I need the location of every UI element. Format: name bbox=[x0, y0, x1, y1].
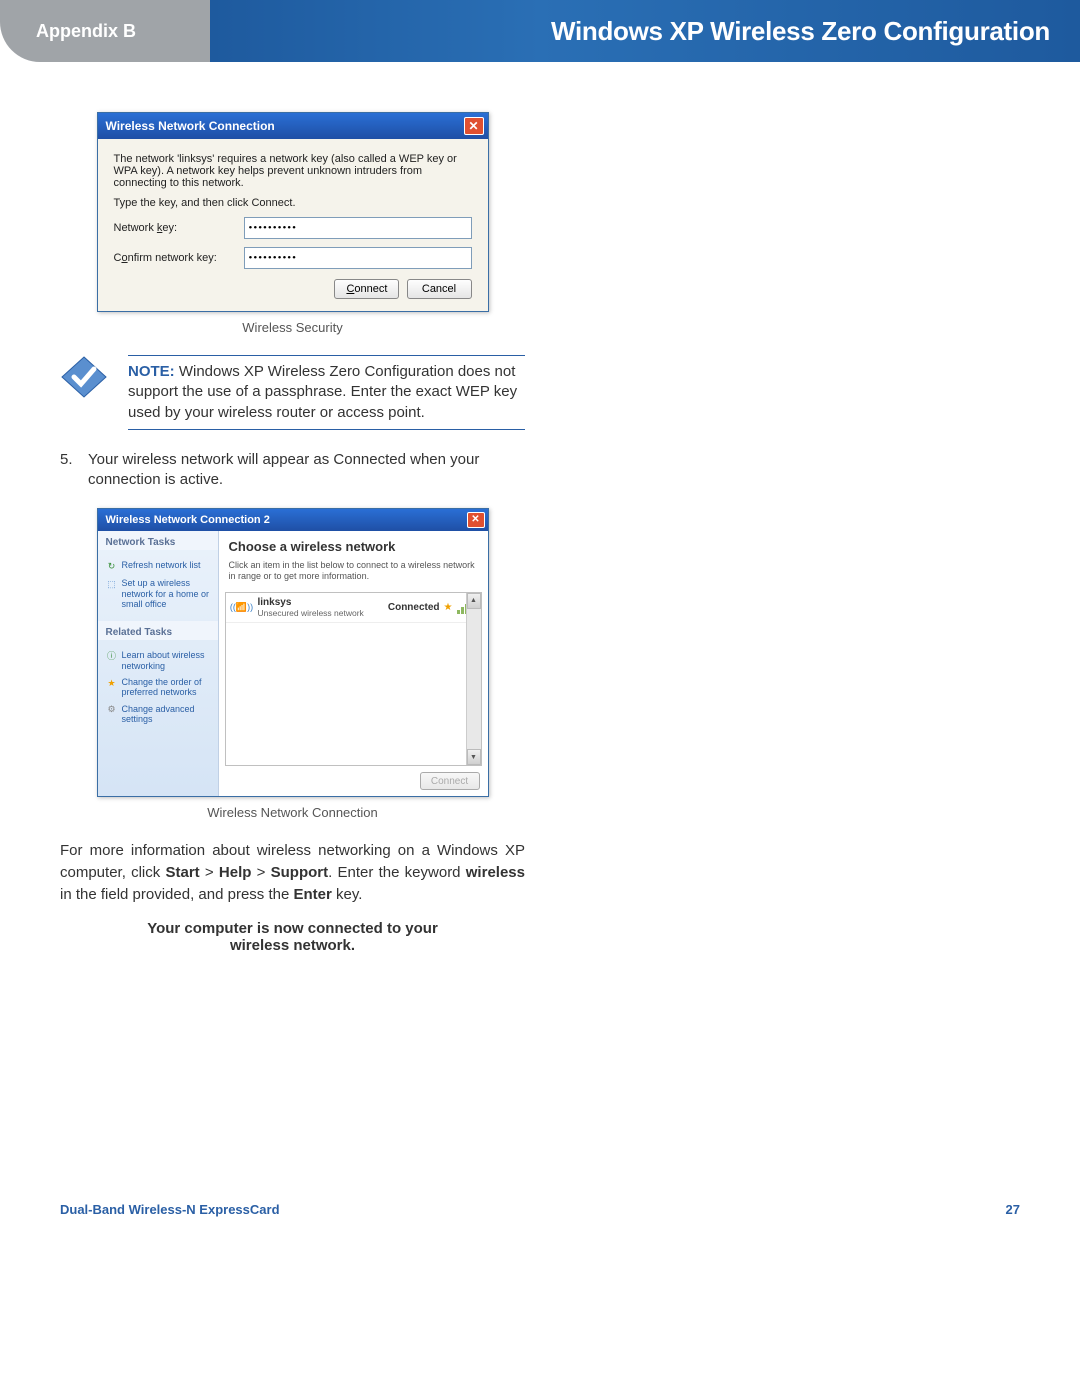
more-info-paragraph: For more information about wireless netw… bbox=[60, 840, 525, 905]
wnc-connect-button: Connect bbox=[420, 772, 480, 790]
info-icon: ⓘ bbox=[106, 650, 118, 662]
note-label: NOTE: bbox=[128, 363, 175, 380]
note-box: NOTE: Windows XP Wireless Zero Configura… bbox=[60, 355, 525, 430]
checkmark-icon bbox=[60, 355, 108, 399]
sidebar-link-advanced[interactable]: ⚙ Change advanced settings bbox=[106, 704, 210, 725]
network-name: linksys bbox=[258, 597, 388, 608]
gear-icon: ⚙ bbox=[106, 704, 118, 716]
confirm-key-label: Confirm network key: bbox=[114, 252, 244, 264]
dialog-typeline: Type the key, and then click Connect. bbox=[114, 197, 472, 209]
scrollbar[interactable]: ▲ ▼ bbox=[466, 593, 481, 765]
dialog-body: The network 'linksys' requires a network… bbox=[98, 139, 488, 311]
dialog1-caption: Wireless Security bbox=[60, 320, 525, 335]
step-5: 5. Your wireless network will appear as … bbox=[60, 450, 525, 491]
connected-message: Your computer is now connected to your w… bbox=[60, 920, 525, 954]
header-title: Windows XP Wireless Zero Configuration bbox=[551, 16, 1050, 47]
scroll-up-icon[interactable]: ▲ bbox=[467, 593, 481, 609]
sidebar-link-refresh[interactable]: ↻ Refresh network list bbox=[106, 560, 210, 572]
step-number: 5. bbox=[60, 450, 88, 491]
network-key-label: Network key: bbox=[114, 222, 244, 234]
side-hdr-network-tasks: Network Tasks bbox=[98, 531, 218, 550]
note-text: NOTE: Windows XP Wireless Zero Configura… bbox=[128, 355, 525, 430]
page-number: 27 bbox=[1006, 1202, 1020, 1217]
favorite-star-icon: ★ bbox=[444, 602, 453, 613]
refresh-icon: ↻ bbox=[106, 560, 118, 572]
network-key-input[interactable] bbox=[244, 217, 472, 239]
close-icon[interactable]: ✕ bbox=[467, 512, 485, 528]
footer-product: Dual-Band Wireless-N ExpressCard bbox=[60, 1202, 280, 1217]
wnc-title: Wireless Network Connection 2 bbox=[106, 514, 270, 526]
header-appendix: Appendix B bbox=[36, 21, 136, 42]
dialog-intro: The network 'linksys' requires a network… bbox=[114, 153, 472, 189]
page-footer: Dual-Band Wireless-N ExpressCard 27 bbox=[0, 1202, 1080, 1247]
wnc-caption: Wireless Network Connection bbox=[60, 805, 525, 820]
wireless-network-connection-window: Wireless Network Connection 2 ✕ Network … bbox=[97, 508, 489, 797]
dialog-title: Wireless Network Connection bbox=[106, 119, 275, 133]
sidebar-link-learn[interactable]: ⓘ Learn about wireless networking bbox=[106, 650, 210, 671]
network-type: Unsecured wireless network bbox=[258, 608, 388, 618]
page-body: Wireless Network Connection ✕ The networ… bbox=[0, 62, 1080, 1202]
side-hdr-related-tasks: Related Tasks bbox=[98, 621, 218, 640]
network-item-linksys[interactable]: ((📶)) linksys Unsecured wireless network… bbox=[226, 593, 481, 623]
wnc-titlebar: Wireless Network Connection 2 ✕ bbox=[98, 509, 488, 531]
confirm-key-input[interactable] bbox=[244, 247, 472, 269]
star-icon: ★ bbox=[106, 677, 118, 689]
note-body: Windows XP Wireless Zero Configuration d… bbox=[128, 363, 517, 421]
setup-icon: ⬚ bbox=[106, 578, 118, 590]
network-list: ((📶)) linksys Unsecured wireless network… bbox=[225, 592, 482, 766]
sidebar-link-setup[interactable]: ⬚ Set up a wireless network for a home o… bbox=[106, 578, 210, 609]
step-text: Your wireless network will appear as Con… bbox=[88, 450, 525, 491]
dialog-titlebar: Wireless Network Connection ✕ bbox=[98, 113, 488, 139]
connect-button[interactable]: Connect bbox=[334, 279, 399, 299]
antenna-icon: ((📶)) bbox=[232, 597, 252, 617]
choose-instructions: Click an item in the list below to conne… bbox=[229, 560, 478, 582]
connection-status: Connected bbox=[388, 602, 440, 613]
choose-header: Choose a wireless network bbox=[229, 539, 478, 554]
wireless-security-dialog: Wireless Network Connection ✕ The networ… bbox=[97, 112, 489, 312]
sidebar-link-order[interactable]: ★ Change the order of preferred networks bbox=[106, 677, 210, 698]
page-header: Appendix B Windows XP Wireless Zero Conf… bbox=[0, 0, 1080, 62]
wnc-content: Choose a wireless network Click an item … bbox=[219, 531, 488, 796]
wnc-sidebar: Network Tasks ↻ Refresh network list ⬚ S… bbox=[98, 531, 219, 796]
cancel-button[interactable]: Cancel bbox=[407, 279, 472, 299]
scroll-down-icon[interactable]: ▼ bbox=[467, 749, 481, 765]
close-icon[interactable]: ✕ bbox=[464, 117, 484, 135]
